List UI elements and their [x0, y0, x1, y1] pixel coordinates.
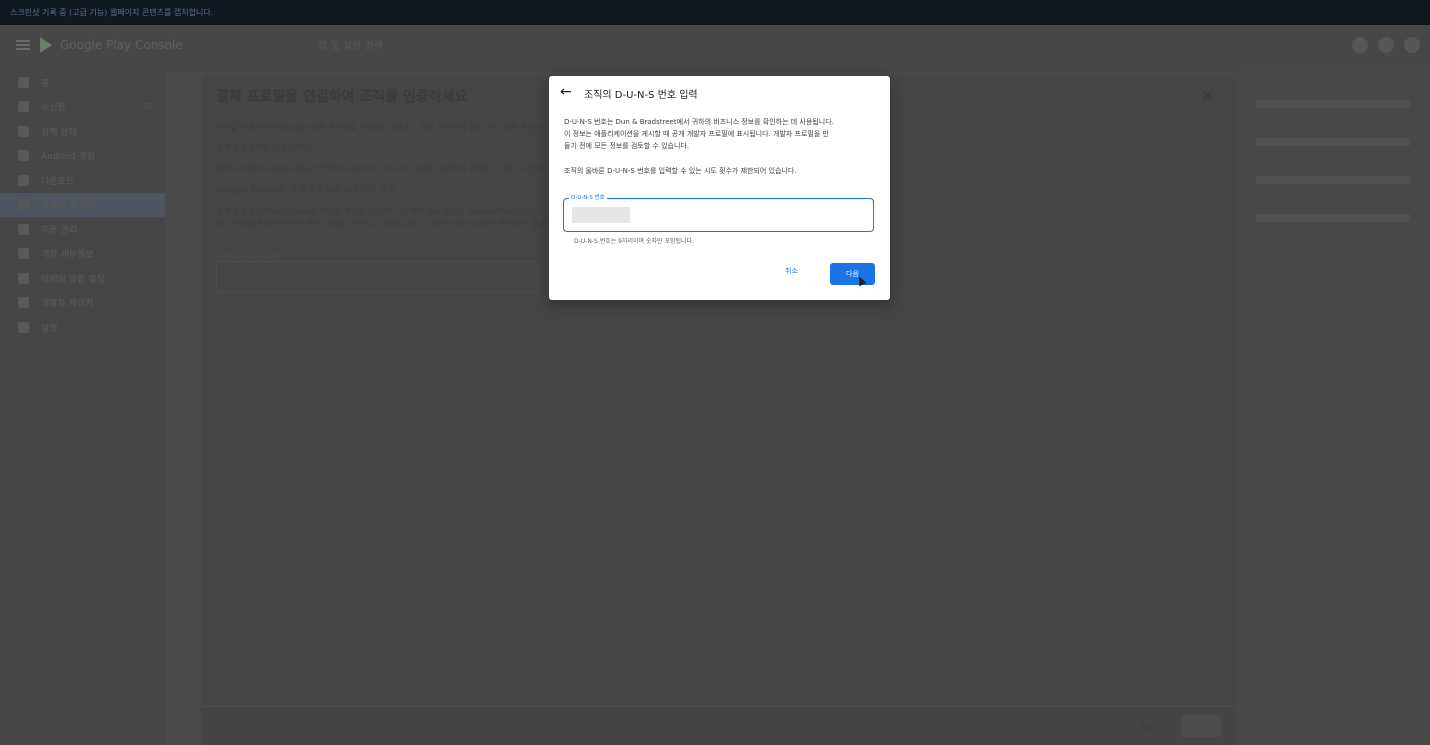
sidebar-item-developer-page[interactable]: 개발자 페이지 [0, 291, 165, 316]
dialog-title: 결제 프로필을 연결하여 조직을 인증하세요 [216, 89, 468, 105]
sidebar-item-label: 수신함 [41, 103, 66, 114]
app-title: Google Play Console [60, 38, 183, 52]
duns-helper-text: D-U-N-S 번호는 9자리이며 숫자만 포함됩니다. [574, 238, 694, 245]
dialog-text: 결제 프로필은 Play Console 개발자 계정을 인증하는 데 매우 중… [216, 207, 539, 216]
sidebar-item-label: 다운로드 [41, 176, 75, 187]
payment-profile-field-label: 결제 프로필 ID 선택 [219, 252, 279, 260]
placeholder-line [1256, 100, 1410, 108]
sidebar-item-label: 사용자 및 권한 [41, 201, 97, 212]
account-icon [18, 248, 29, 260]
sidebar-item-label: Android 경험 [41, 152, 96, 163]
payment-profile-select[interactable] [216, 261, 538, 293]
dialog-description: D-U-N-S 번호는 Dun & Bradstreet에서 귀하의 비즈니스 … [564, 116, 876, 152]
inbox-icon [18, 101, 29, 113]
sidebar-item-android[interactable]: Android 경험 [0, 144, 165, 169]
duns-input[interactable] [572, 207, 630, 223]
sidebar: 홈 수신함 10 정책 상태 Android 경험 다운로드 사용자 및 권한 주… [0, 70, 165, 745]
next-button-disabled[interactable] [1181, 715, 1221, 737]
users-icon [18, 199, 29, 211]
appbar-actions [1352, 37, 1420, 53]
sidebar-item-label: 주문 관리 [41, 225, 77, 236]
dialog-footer: 닫기 [201, 706, 1236, 745]
sidebar-item-label: 설정 [41, 323, 58, 334]
recording-banner: 스크린샷 기록 중 (고급 기능) 웹페이지 콘텐츠를 캡처합니다. [0, 0, 1430, 25]
home-icon [18, 76, 29, 88]
dialog-text: 조직을 인증하려면 Google 결제 프로필을 연결해야 합니다. 결제 프로… [216, 123, 543, 132]
duns-dialog: ← 조직의 D-U-N-S 번호 입력 D-U-N-S 번호는 Dun & Br… [549, 76, 890, 300]
sidebar-item-label: 이메일 알림 설정 [41, 274, 105, 285]
close-button[interactable]: 닫기 [1141, 722, 1156, 733]
dialog-link[interactable]: 결제 프로필이란 무엇인가요? [216, 142, 314, 153]
sidebar-item-label: 개발자 페이지 [41, 299, 94, 310]
orders-icon [18, 223, 29, 235]
description-line: 들기 전에 모든 정보를 검토할 수 있습니다. [564, 142, 690, 150]
mail-icon [18, 272, 29, 284]
sidebar-item-account[interactable]: 계정 세부정보 [0, 242, 165, 267]
google-play-logo-icon [40, 37, 52, 53]
sidebar-item-inbox[interactable]: 수신함 10 [0, 95, 165, 120]
sidebar-item-label: 계정 세부정보 [41, 250, 94, 261]
sidebar-item-downloads[interactable]: 다운로드 [0, 168, 165, 193]
cancel-button[interactable]: 취소 [785, 266, 798, 276]
duns-field[interactable] [563, 198, 874, 232]
placeholder-line [1256, 176, 1410, 184]
apps-grid-icon[interactable] [1378, 37, 1394, 53]
sidebar-item-email[interactable]: 이메일 알림 설정 [0, 266, 165, 291]
policy-icon [18, 125, 29, 137]
next-button[interactable]: 다음 [830, 263, 875, 285]
page-icon [18, 297, 29, 309]
placeholder-line [1256, 138, 1410, 146]
sidebar-item-users[interactable]: 사용자 및 권한 [0, 192, 165, 217]
description-line: 이 정보는 애플리케이션을 게시할 때 공개 개발자 프로필에 표시됩니다. 개… [564, 130, 829, 138]
dialog-subheading: Google Play에서 결제 프로필을 사용하는 방식 [216, 186, 397, 196]
app-bar: Google Play Console 앱 및 설정 검색 [0, 25, 1430, 71]
description-line: D-U-N-S 번호는 Dun & Bradstreet에서 귀하의 비즈니스 … [564, 118, 834, 126]
search-input[interactable]: 앱 및 설정 검색 [318, 36, 558, 58]
menu-icon[interactable] [16, 40, 30, 50]
avatar[interactable] [1404, 37, 1420, 53]
dialog-title: 조직의 D-U-N-S 번호 입력 [584, 90, 698, 101]
sidebar-item-policy[interactable]: 정책 상태 [0, 119, 165, 144]
sidebar-item-label: 홈 [41, 78, 50, 89]
dialog-text: 결제 프로필은 Google 제품 전반에서 사용되며, 비즈니스 정보를 한곳… [216, 164, 543, 173]
right-panel [1236, 70, 1430, 745]
sidebar-item-settings[interactable]: 설정 [0, 315, 165, 340]
dialog-text: N-S 번호를 포함한 조직에 관한 정보를 수집하고 인증합니다. 이 정보는… [216, 219, 553, 228]
sidebar-item-home[interactable]: 홈 [0, 70, 165, 95]
inbox-count-badge: 10 [142, 102, 153, 112]
sidebar-item-label: 정책 상태 [41, 127, 77, 138]
placeholder-line [1256, 214, 1410, 222]
arrow-back-icon[interactable]: ← [560, 84, 572, 100]
download-icon [18, 174, 29, 186]
help-icon[interactable] [1352, 37, 1368, 53]
android-icon [18, 150, 29, 162]
gear-icon [18, 321, 29, 333]
close-icon[interactable]: ✕ [1201, 86, 1214, 105]
sidebar-item-orders[interactable]: 주문 관리 [0, 217, 165, 242]
attempt-limit-note: 조직의 올바른 D-U-N-S 번호를 입력할 수 있는 시도 횟수가 제한되어… [564, 167, 797, 175]
duns-field-label: D-U-N-S 번호 [569, 193, 607, 201]
